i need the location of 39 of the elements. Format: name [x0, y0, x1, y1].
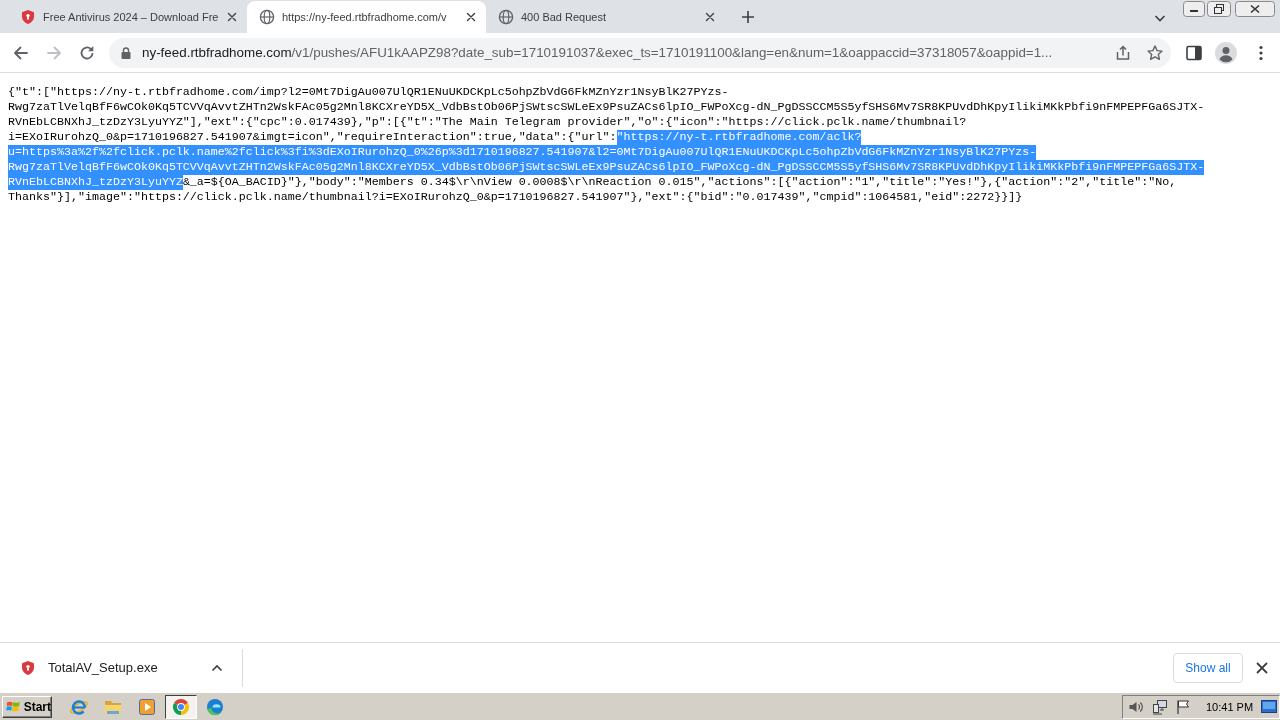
response-text: RVnEbLCBNXhJ_tzDzY3LyuYYZ	[8, 175, 183, 190]
globe-icon	[498, 9, 514, 25]
browser-tab[interactable]: https://ny-feed.rtbfradhome.com/v	[247, 1, 486, 33]
response-text: Rwg7zaTlVelqBfF6wCOk0Kq5TCVVqAvvtZHTn2WskFAc05g2Mnl8KCXreYD5X_VdbBstOb06PjSWtscSWLeEx9PsuZACs6lpIO_FWPoXcg-dN_PgDSSCCM5S5yfSHS6Mv7SR8KPUvdDhKpyIlikiMKkPbfi9nFMPEPFGa6SJTX-	[8, 160, 1205, 175]
url-text: ny-feed.rtbfradhome.com/v1/pushes/AFU1kAAPZ98?date_sub=1710191037&exec_ts=1710191100&lang=en&num=1&oappaccid=37318057&oappid=1...	[142, 45, 1054, 60]
shield-icon	[20, 9, 36, 25]
restore-icon[interactable]	[1207, 1, 1231, 17]
shield-icon	[20, 659, 36, 676]
edge-icon	[205, 696, 225, 717]
globe-icon	[259, 9, 275, 25]
response-text: {"t":["https://ny-t.rtbfradhome.com/imp?l2=0Mt7DigAu007UlQR1ENuUKDCKpLc5ohpZbVdG6FkMZnYzr1NsyBlK27PYzs-	[8, 85, 729, 100]
start-button[interactable]: Start	[2, 695, 52, 718]
response-text: i=EXoIRurohzQ_0&p=1710196827.541907&imgt=icon","requireInteraction":true,"data":{"url":	[8, 130, 617, 145]
windows-logo-icon	[6, 699, 21, 714]
monitor-icon[interactable]	[1261, 699, 1277, 714]
plus-icon[interactable]	[740, 9, 756, 25]
close-window-icon[interactable]	[1235, 1, 1275, 17]
network-icon[interactable]	[1152, 698, 1168, 715]
response-text: Rwg7zaTlVelqBfF6wCOk0Kq5TCVVqAvvtZHTn2WskFAc05g2Mnl8KCXreYD5X_VdbBstOb06PjSWtscSWLeEx9PsuZACs6lpIO_FWPoXcg-dN_PgDSSCCM5S5yfSHS6Mv7SR8KPUvdDhKpyIlikiMKkPbfi9nFMPEPFGa6SJTX-	[8, 100, 1205, 115]
address-bar[interactable]: ny-feed.rtbfradhome.com/v1/pushes/AFU1kAAPZ98?date_sub=1710191037&exec_ts=1710191100&lang=en&num=1&oappaccid=37318057&oappid=1...	[109, 37, 1171, 68]
flag-icon[interactable]	[1175, 698, 1191, 715]
response-text: "https://ny-t.rtbfradhome.com/aclk?	[616, 130, 862, 145]
taskbar-button[interactable]	[165, 694, 197, 719]
response-text: RVnEbLCBNXhJ_tzDzY3LyuYYZ"],"ext":{"cpc":0.017439},"p":[{"t":"The Main Telegram provider","o":{"icon":"https://click.pclk.name/thumbnail?	[8, 115, 967, 130]
profile-avatar-icon[interactable]	[1215, 41, 1237, 64]
download-file-name[interactable]: TotalAV_Setup.exe	[48, 660, 158, 675]
browser-tab[interactable]: Free Antivirus 2024 – Download Fre	[8, 1, 247, 33]
media-player-icon	[137, 696, 157, 717]
chrome-icon	[171, 696, 191, 717]
browser-tab[interactable]: 400 Bad Request	[486, 1, 725, 33]
minimize-icon[interactable]	[1183, 1, 1205, 17]
star-icon[interactable]	[1146, 43, 1164, 62]
show-all-button[interactable]: Show all	[1173, 652, 1243, 683]
close-icon[interactable]	[1255, 660, 1269, 675]
response-text: Thanks"}],"image":"https://click.pclk.name/thumbnail?i=EXoIRurohzQ_0&p=1710196827.541907"},"ext":{"bid":"0.017439","cmpid":1064581,"eid":2272}}]}	[8, 190, 1023, 205]
response-text: u=https%3a%2f%2fclick.pclk.name%2fclick%3fi%3dEXoIRurohzQ_0%26p%3d1710196827.541907&l2=0Mt7DigAu007UlQR1ENuUKDCKpLc5ohpZbVdG6FkMZnYzr1NsyBlK27PYzs-	[8, 145, 1037, 160]
lock-icon[interactable]	[119, 45, 133, 60]
clock-text[interactable]: 10:41 PM	[1206, 700, 1254, 713]
share-icon[interactable]	[1114, 43, 1132, 62]
